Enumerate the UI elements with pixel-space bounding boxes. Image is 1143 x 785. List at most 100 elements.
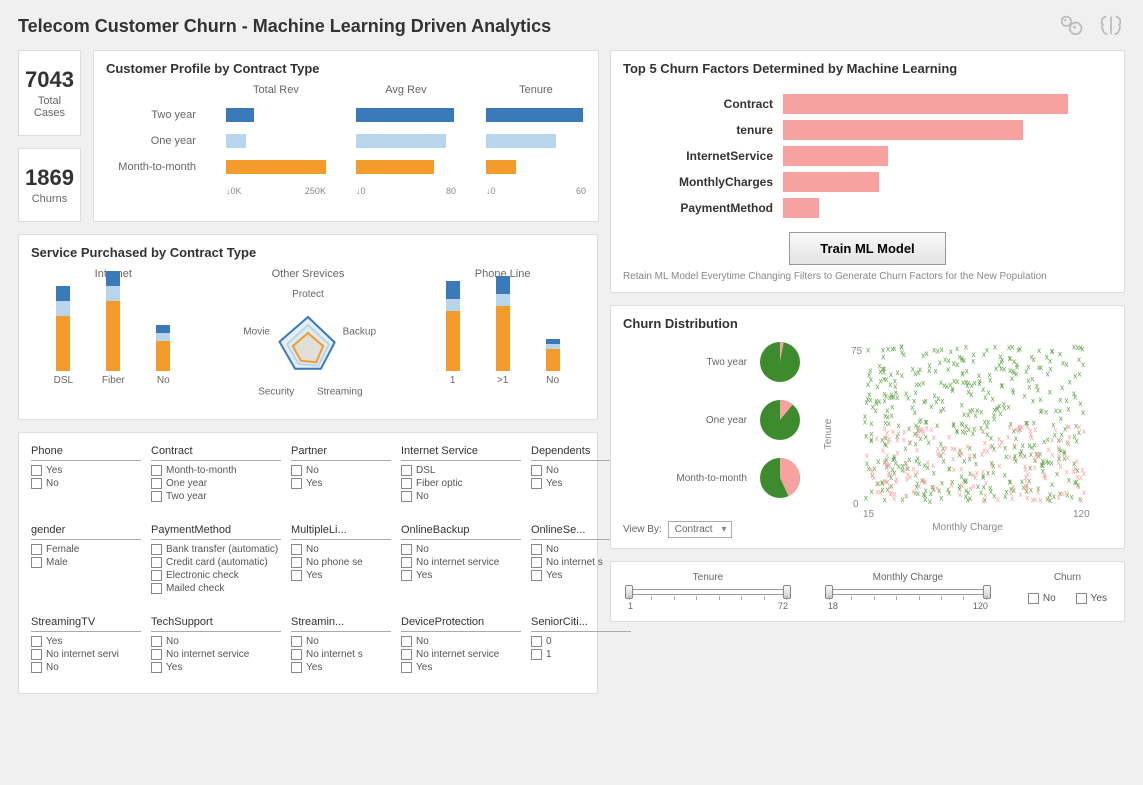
- filter-option[interactable]: No: [31, 478, 141, 489]
- svg-text:Security: Security: [258, 387, 294, 398]
- settings-brain-icon[interactable]: [1057, 12, 1085, 40]
- filter-option[interactable]: No internet service: [401, 649, 521, 660]
- svg-text:x: x: [891, 427, 895, 436]
- svg-text:x: x: [1003, 471, 1007, 480]
- filter-option[interactable]: No: [151, 636, 281, 647]
- filter-option[interactable]: Electronic check: [151, 570, 281, 581]
- filter-streamingtv: StreamingTVYesNo internet serviNo: [31, 614, 141, 675]
- radar-chart: ProtectBackupStreamingSecurityMovie: [233, 286, 383, 406]
- svg-text:x: x: [982, 446, 986, 455]
- filter-option[interactable]: Bank transfer (automatic): [151, 544, 281, 555]
- filter-title: Streamin...: [291, 614, 391, 632]
- filter-option[interactable]: No: [401, 491, 521, 502]
- svg-text:x: x: [1018, 490, 1022, 499]
- svg-text:x: x: [1032, 463, 1036, 472]
- slider-tenure[interactable]: Tenure 172: [628, 572, 788, 611]
- svg-text:x: x: [929, 402, 933, 411]
- svg-text:x: x: [863, 412, 867, 421]
- filter-option[interactable]: Yes: [31, 465, 141, 476]
- svg-text:x: x: [888, 490, 892, 499]
- svg-text:x: x: [992, 415, 996, 424]
- filter-option[interactable]: No: [31, 662, 141, 673]
- filter-option[interactable]: Yes: [291, 478, 391, 489]
- svg-text:x: x: [1082, 469, 1086, 478]
- svg-text:x: x: [944, 444, 948, 453]
- svg-text:x: x: [1064, 489, 1068, 498]
- filter-option[interactable]: No internet s: [291, 649, 391, 660]
- filter-option[interactable]: No: [401, 636, 521, 647]
- svg-text:x: x: [921, 428, 925, 437]
- svg-text:x: x: [999, 364, 1003, 373]
- svg-text:x: x: [874, 434, 878, 443]
- filter-option[interactable]: Male: [31, 557, 141, 568]
- svg-text:x: x: [936, 449, 940, 458]
- slider-monthly[interactable]: Monthly Charge 18120: [828, 572, 988, 611]
- filter-option[interactable]: Month-to-month: [151, 465, 281, 476]
- filter-title: Partner: [291, 443, 391, 461]
- svg-text:x: x: [878, 488, 882, 497]
- filter-option[interactable]: Mailed check: [151, 583, 281, 594]
- svg-text:x: x: [934, 367, 938, 376]
- svg-text:x: x: [921, 475, 925, 484]
- filter-option[interactable]: DSL: [401, 465, 521, 476]
- filter-option[interactable]: Two year: [151, 491, 281, 502]
- filter-option[interactable]: One year: [151, 478, 281, 489]
- filter-option[interactable]: No: [291, 636, 391, 647]
- churn-filter-yes[interactable]: Yes: [1076, 593, 1107, 604]
- filter-partner: Partner No Yes: [291, 443, 391, 504]
- filter-option[interactable]: Credit card (automatic): [151, 557, 281, 568]
- svg-text:x: x: [927, 366, 931, 375]
- filter-option[interactable]: Yes: [31, 636, 141, 647]
- viewby-select[interactable]: Contract: [668, 521, 732, 538]
- svg-text:x: x: [881, 353, 885, 362]
- svg-text:x: x: [1022, 392, 1026, 401]
- filter-option[interactable]: No internet servi: [31, 649, 141, 660]
- svg-text:x: x: [1075, 343, 1079, 352]
- svg-text:x: x: [928, 497, 932, 506]
- filter-option[interactable]: Yes: [291, 662, 391, 673]
- svg-text:x: x: [1070, 492, 1074, 501]
- svg-text:x: x: [981, 467, 985, 476]
- filter-option[interactable]: Female: [31, 544, 141, 555]
- svg-text:x: x: [990, 460, 994, 469]
- svg-text:x: x: [902, 466, 906, 475]
- svg-text:x: x: [886, 344, 890, 353]
- filter-option[interactable]: Fiber optic: [401, 478, 521, 489]
- svg-text:x: x: [1045, 353, 1049, 362]
- svg-text:x: x: [1024, 482, 1028, 491]
- filter-option[interactable]: Yes: [401, 662, 521, 673]
- svg-text:x: x: [1057, 443, 1061, 452]
- train-model-button[interactable]: Train ML Model: [789, 232, 945, 265]
- filter-option[interactable]: No: [291, 544, 391, 555]
- filter-option[interactable]: No phone se: [291, 557, 391, 568]
- brain-icon[interactable]: [1097, 12, 1125, 40]
- svg-text:x: x: [1054, 406, 1058, 415]
- filter-onlinebackup: OnlineBackupNoNo internet serviceYes: [401, 522, 521, 596]
- svg-text:x: x: [884, 391, 888, 400]
- svg-text:x: x: [1036, 385, 1040, 394]
- slider-label: Monthly Charge: [828, 572, 988, 583]
- churn-filter-no[interactable]: No: [1028, 593, 1056, 604]
- svg-text:x: x: [1011, 388, 1015, 397]
- filter-option[interactable]: No: [401, 544, 521, 555]
- filter-option[interactable]: No: [291, 465, 391, 476]
- svg-text:x: x: [1000, 381, 1004, 390]
- svg-text:x: x: [1057, 451, 1061, 460]
- svg-text:x: x: [1067, 440, 1071, 449]
- svg-text:x: x: [926, 458, 930, 467]
- svg-text:x: x: [918, 365, 922, 374]
- filter-option[interactable]: No internet service: [401, 557, 521, 568]
- svg-text:x: x: [971, 406, 975, 415]
- svg-text:x: x: [959, 464, 963, 473]
- filter-option[interactable]: No internet service: [151, 649, 281, 660]
- svg-text:x: x: [902, 435, 906, 444]
- filter-option[interactable]: Yes: [291, 570, 391, 581]
- filter-option[interactable]: Yes: [151, 662, 281, 673]
- filter-option[interactable]: Yes: [401, 570, 521, 581]
- svg-text:x: x: [923, 495, 927, 504]
- card-churn-distribution: Churn Distribution Two year One year Mon…: [610, 305, 1125, 549]
- factor-row: InternetService: [623, 146, 1112, 166]
- svg-text:x: x: [904, 492, 908, 501]
- svg-text:x: x: [968, 494, 972, 503]
- svg-text:x: x: [1066, 405, 1070, 414]
